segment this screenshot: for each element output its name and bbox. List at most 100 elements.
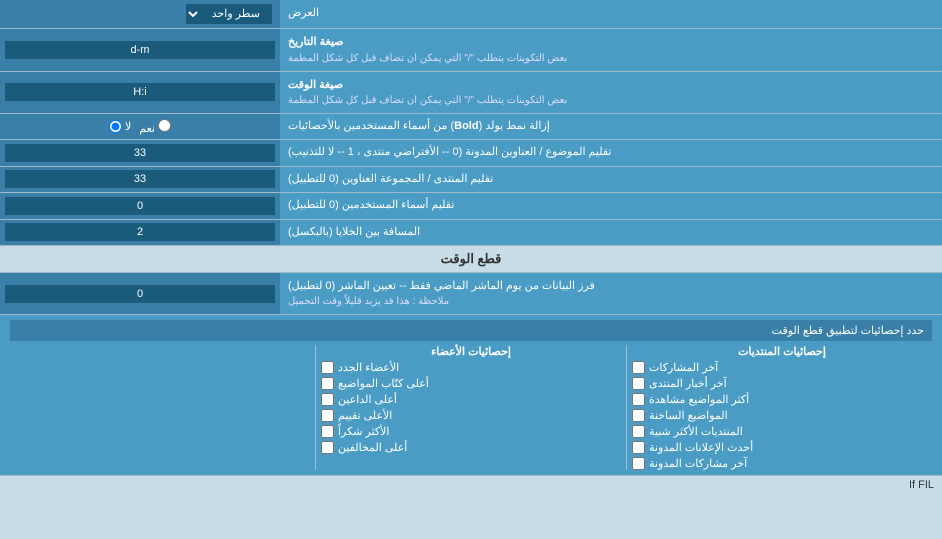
checkbox-latest-announcements: أحدث الإعلانات المدونة [632,441,932,454]
checkbox-top-rated-input[interactable] [321,409,334,422]
forum-limit-label-text: تقليم المنتدى / المجموعة العناوين (0 للت… [288,172,493,187]
spacing-label-text: المسافة بين الخلايا (بالبكسل) [288,225,420,240]
checkbox-hot-topics: المواضيع الساخنة [632,409,932,422]
username-limit-label: تقليم أسماء المستخدمين (0 للتطبيل) [280,193,942,218]
forum-stats-header-item: إحصائيات المنتديات [632,345,932,358]
bold-yes-radio[interactable] [158,119,171,132]
bold-label-text: إزالة نمط بولد (Bold) من أسماء المستخدمي… [288,119,550,134]
cutoff-header-text: قطع الوقت [441,251,502,266]
checkbox-latest-blog-posts: آخر مشاركات المدونة [632,457,932,470]
checkboxes-section: حدد إحصائيات لتطبيق قطع الوقت إحصائيات ا… [0,315,942,476]
checkbox-most-viewed-input[interactable] [632,393,645,406]
topic-limit-label: تقليم الموضوع / العناوين المدونة (0 -- ا… [280,140,942,165]
topic-limit-row: تقليم الموضوع / العناوين المدونة (0 -- ا… [0,140,942,166]
display-row: العرض سطر واحد سطرين ثلاثة أسطر [0,0,942,29]
checkbox-new-members: الأعضاء الجدد [321,361,621,374]
checkbox-most-thanked-input[interactable] [321,425,334,438]
checkbox-latest-posts-input[interactable] [632,361,645,374]
checkbox-latest-announcements-input[interactable] [632,441,645,454]
cutoff-label-note: ملاحظة : هذا قد يزيد قليلاً وقت التحميل [288,294,449,309]
cutoff-input[interactable] [5,285,275,303]
bottom-text: If FIL [909,479,934,491]
member-stats-col-header: إحصائيات الأعضاء [431,345,511,358]
checkbox-top-violators-label: أعلى المخالفين [338,441,407,454]
cutoff-row: فرز البيانات من يوم الماشر الماضي فقط --… [0,273,942,316]
forum-limit-label: تقليم المنتدى / المجموعة العناوين (0 للت… [280,167,942,192]
forum-limit-input-cell [0,167,280,192]
spacing-input[interactable] [5,223,275,241]
checkbox-latest-announcements-label: أحدث الإعلانات المدونة [649,441,753,454]
checkbox-most-thanked: الأكثر شكراً [321,425,621,438]
checkbox-top-inviters: أعلى الداعين [321,393,621,406]
checkbox-latest-blog-posts-input[interactable] [632,457,645,470]
checkbox-top-inviters-input[interactable] [321,393,334,406]
bold-no-label: لا [109,120,131,133]
username-limit-input[interactable] [5,197,275,215]
checkbox-top-topic-writers-input[interactable] [321,377,334,390]
checkbox-hot-topics-label: المواضيع الساخنة [649,409,728,422]
cutoff-label-main: فرز البيانات من يوم الماشر الماضي فقط --… [288,278,595,295]
topic-limit-label-text: تقليم الموضوع / العناوين المدونة (0 -- ا… [288,145,611,160]
member-stats-col: إحصائيات الأعضاء الأعضاء الجدد أعلى كتّا… [321,345,621,470]
checkbox-most-viewed-label: أكثر المواضيع مشاهدة [649,393,749,406]
checkbox-top-inviters-label: أعلى الداعين [338,393,397,406]
bold-input-cell: نعم لا [0,114,280,139]
cutoff-label: فرز البيانات من يوم الماشر الماضي فقط --… [280,273,942,315]
checkbox-new-members-label: الأعضاء الجدد [338,361,399,374]
checkbox-top-rated: الأعلى تقييم [321,409,621,422]
username-limit-input-cell [0,193,280,218]
empty-col [10,345,310,470]
time-format-title: صيغة الوقت [288,77,343,94]
checkbox-top-violators-input[interactable] [321,441,334,454]
time-format-row: صيغة الوقت بعض التكوينات يتطلب "/" التي … [0,72,942,115]
username-limit-label-text: تقليم أسماء المستخدمين (0 للتطبيل) [288,198,454,213]
checkbox-forum-news-input[interactable] [632,377,645,390]
date-format-desc: بعض التكوينات يتطلب "/" التي يمكن ان تضا… [288,51,567,66]
time-format-input[interactable] [5,83,275,101]
date-format-input[interactable] [5,41,275,59]
cutoff-header: قطع الوقت [0,246,942,273]
forum-stats-col-header: إحصائيات المنتديات [738,345,826,358]
time-format-input-cell [0,72,280,114]
col-divider-2 [315,345,316,470]
bold-radio-group: نعم لا [109,119,171,135]
bold-yes-label: نعم [139,119,171,135]
checkbox-most-similar-label: المنتديات الأكثر شبية [649,425,743,438]
checkbox-forum-news-label: آخر أخبار المنتدى [649,377,727,390]
checkbox-top-violators: أعلى المخالفين [321,441,621,454]
checkbox-hot-topics-input[interactable] [632,409,645,422]
checkbox-new-members-input[interactable] [321,361,334,374]
bottom-text-bar: If FIL [0,476,942,494]
checkbox-most-viewed: أكثر المواضيع مشاهدة [632,393,932,406]
date-format-title: صيغة التاريخ [288,34,343,51]
checkbox-most-thanked-label: الأكثر شكراً [338,425,389,438]
bold-no-text: لا [125,120,131,133]
display-label: العرض [280,0,942,28]
date-format-row: صيغة التاريخ بعض التكوينات يتطلب "/" الت… [0,29,942,72]
checkbox-latest-blog-posts-label: آخر مشاركات المدونة [649,457,747,470]
checkbox-latest-posts-label: آخر المشاركات [649,361,718,374]
display-label-text: العرض [288,6,319,21]
col-divider [626,345,627,470]
time-format-desc: بعض التكوينات يتطلب "/" التي يمكن ان تضا… [288,93,567,108]
username-limit-row: تقليم أسماء المستخدمين (0 للتطبيل) [0,193,942,219]
checkbox-top-topic-writers-label: أعلى كتّاب المواضيع [338,377,429,390]
checkbox-most-similar: المنتديات الأكثر شبية [632,425,932,438]
topic-limit-input[interactable] [5,144,275,162]
checkbox-top-rated-label: الأعلى تقييم [338,409,392,422]
checkboxes-header: حدد إحصائيات لتطبيق قطع الوقت [10,320,932,341]
bold-row: إزالة نمط بولد (Bold) من أسماء المستخدمي… [0,114,942,140]
bold-label: إزالة نمط بولد (Bold) من أسماء المستخدمي… [280,114,942,139]
time-format-label: صيغة الوقت بعض التكوينات يتطلب "/" التي … [280,72,942,114]
display-select[interactable]: سطر واحد سطرين ثلاثة أسطر [186,4,272,24]
date-format-input-cell [0,29,280,71]
bold-no-radio[interactable] [109,120,122,133]
forum-limit-input[interactable] [5,170,275,188]
spacing-label: المسافة بين الخلايا (بالبكسل) [280,220,942,245]
checkbox-most-similar-input[interactable] [632,425,645,438]
cutoff-input-cell [0,273,280,315]
checkboxes-header-text: حدد إحصائيات لتطبيق قطع الوقت [772,325,924,337]
display-input-cell: سطر واحد سطرين ثلاثة أسطر [0,0,280,28]
forum-limit-row: تقليم المنتدى / المجموعة العناوين (0 للت… [0,167,942,193]
checkbox-forum-news: آخر أخبار المنتدى [632,377,932,390]
